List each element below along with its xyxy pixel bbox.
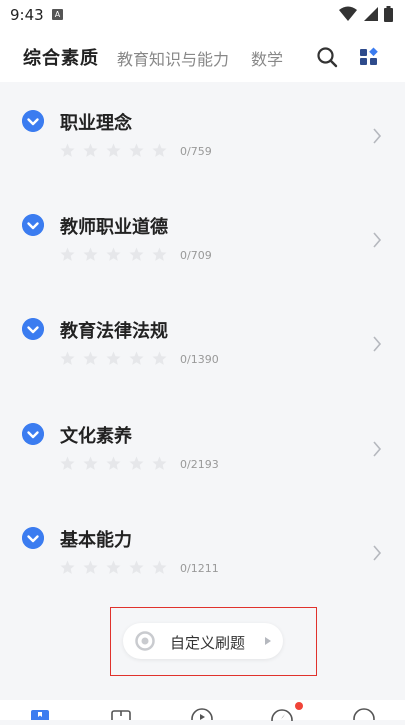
question-progress: 0/759: [180, 145, 212, 158]
question-progress: 0/2193: [180, 458, 219, 471]
question-progress: 0/1390: [180, 353, 219, 366]
nav-library-icon[interactable]: [110, 706, 132, 720]
star-icon: [83, 143, 98, 157]
question-progress: 0/709: [180, 249, 212, 262]
star-icon: [152, 247, 167, 261]
rating-stars: [60, 456, 167, 471]
star-icon: [129, 456, 144, 470]
tab-comprehensive-quality[interactable]: 综合素质: [23, 44, 99, 70]
bottom-navigation: [0, 700, 405, 725]
nav-discover-tab[interactable]: [271, 702, 303, 725]
rating-stars: [60, 247, 167, 262]
star-icon: [83, 456, 98, 470]
wifi-icon: [339, 6, 357, 21]
subject-title: 职业理念: [60, 113, 132, 134]
custom-practice-button[interactable]: 自定义刷题: [123, 623, 283, 659]
signal-icon: [364, 7, 378, 21]
subject-item-education-law[interactable]: 教育法律法规 0/1390: [0, 314, 405, 414]
subject-item-professional-philosophy[interactable]: 职业理念 0/759: [0, 106, 405, 206]
star-icon: [60, 560, 75, 574]
category-grid-icon[interactable]: [359, 47, 379, 67]
rating-stars: [60, 351, 167, 366]
star-icon: [106, 351, 121, 365]
star-icon: [60, 351, 75, 365]
star-icon: [152, 560, 167, 574]
star-icon: [129, 247, 144, 261]
notification-app-icon: A: [52, 9, 63, 20]
rating-stars: [60, 560, 167, 575]
star-icon: [129, 560, 144, 574]
chevron-right-icon: [373, 441, 382, 457]
star-icon: [152, 143, 167, 157]
chevron-right-icon: [373, 232, 382, 248]
check-circle-icon: [22, 110, 44, 132]
check-circle-icon: [22, 318, 44, 340]
subject-title: 教育法律法规: [60, 321, 168, 342]
check-circle-icon: [22, 214, 44, 236]
nav-video-icon[interactable]: [191, 706, 213, 720]
subject-item-cultural-literacy[interactable]: 文化素养 0/2193: [0, 419, 405, 519]
custom-practice-label: 自定义刷题: [170, 634, 246, 652]
star-icon: [106, 247, 121, 261]
subject-item-teacher-ethics[interactable]: 教师职业道德 0/709: [0, 210, 405, 310]
compass-icon: [271, 709, 293, 725]
check-circle-icon: [22, 423, 44, 445]
star-icon: [106, 560, 121, 574]
status-bar: 9:43 A: [0, 0, 405, 30]
chevron-right-icon: [373, 128, 382, 144]
star-icon: [83, 560, 98, 574]
question-progress: 0/1211: [180, 562, 219, 575]
search-icon[interactable]: [316, 46, 338, 68]
star-icon: [83, 351, 98, 365]
tab-math[interactable]: 数学: [251, 46, 283, 70]
star-icon: [129, 143, 144, 157]
rating-stars: [60, 143, 167, 158]
subject-title: 文化素养: [60, 426, 132, 447]
star-icon: [83, 247, 98, 261]
status-icons: [339, 6, 393, 22]
subject-title: 教师职业道德: [60, 217, 168, 238]
star-icon: [106, 143, 121, 157]
check-circle-icon: [22, 527, 44, 549]
star-icon: [106, 456, 121, 470]
star-icon: [152, 456, 167, 470]
target-icon: [135, 631, 155, 651]
battery-icon: [384, 6, 393, 22]
star-icon: [60, 143, 75, 157]
star-icon: [60, 247, 75, 261]
star-icon: [129, 351, 144, 365]
play-arrow-icon: [265, 637, 271, 645]
highlight-box: 自定义刷题: [110, 607, 317, 676]
notification-dot: [295, 702, 303, 710]
category-tab-bar: 综合素质 教育知识与能力 数学: [0, 30, 405, 82]
chevron-right-icon: [373, 336, 382, 352]
nav-profile-icon[interactable]: [353, 706, 375, 720]
chevron-right-icon: [373, 545, 382, 561]
subject-title: 基本能力: [60, 530, 132, 551]
status-time: 9:43: [10, 6, 44, 24]
star-icon: [152, 351, 167, 365]
tab-education-knowledge[interactable]: 教育知识与能力: [117, 46, 229, 70]
star-icon: [60, 456, 75, 470]
nav-home-icon[interactable]: [29, 706, 51, 720]
